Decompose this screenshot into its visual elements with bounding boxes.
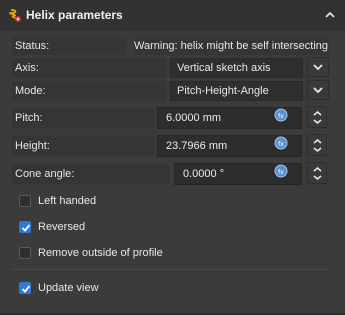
expression-icon[interactable]: fx [274,108,288,122]
panel-title: Helix parameters [26,8,123,22]
axis-dropdown-button[interactable] [307,57,329,77]
svg-text:fx: fx [278,141,284,148]
reversed-label: Reversed [38,221,86,233]
chevron-down-icon [313,64,323,71]
remove-outside-label: Remove outside of profile [38,247,163,259]
svg-text:fx: fx [278,169,284,176]
update-view-label: Update view [38,282,99,294]
expression-icon[interactable]: fx [274,136,288,150]
checkbox-unchecked-icon[interactable] [19,195,31,207]
height-label: Height: [12,136,154,156]
mode-label: Mode: [12,81,166,101]
mode-dropdown-button[interactable] [307,80,329,100]
checkmark-icon[interactable] [19,282,31,294]
checkbox-unchecked-icon[interactable] [19,247,31,259]
mode-select[interactable]: Pitch-Height-Angle [170,81,303,101]
cone-angle-spin-button[interactable] [307,162,327,184]
panel-header[interactable]: Helix parameters [0,0,345,30]
pitch-spin-button[interactable] [307,106,327,128]
status-label: Status: [12,37,126,55]
helix-icon [7,7,23,23]
chevron-up-icon[interactable] [323,8,337,22]
axis-label: Axis: [12,58,166,78]
status-message: Warning: helix might be self intersectin… [134,37,329,55]
pitch-label: Pitch: [12,108,154,128]
cone-angle-label: Cone angle: [12,164,170,184]
svg-text:fx: fx [278,113,284,120]
height-spin-button[interactable] [307,134,327,156]
checkmark-icon[interactable] [19,221,31,233]
left-handed-label: Left handed [38,195,97,207]
chevron-down-icon [313,87,323,94]
section-divider [12,269,330,270]
axis-select[interactable]: Vertical sketch axis [170,58,303,78]
helix-parameters-panel: Helix parameters Status: Warning: helix … [0,0,345,315]
expression-icon[interactable]: fx [274,164,288,178]
